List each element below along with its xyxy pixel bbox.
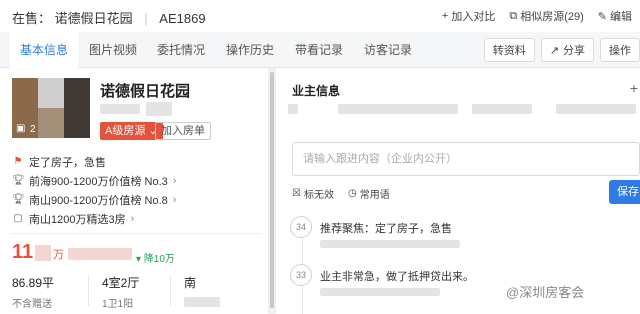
price-value: 11 [12,241,34,263]
tab-viewings[interactable]: 带看记录 [286,32,352,68]
arrow-down-icon: ▾ [136,254,142,265]
add-compare-button[interactable]: + 加入对比 [442,8,495,24]
toolbar: 转资料 ↗ 分享 操作 [483,38,640,62]
owner-section-title: 业主信息 [292,84,341,98]
add-owner-icon[interactable]: + [630,80,638,96]
masked-info [68,248,132,260]
estate-name: 诺德假日花园 [54,11,133,26]
photo-count: 2 [30,124,36,135]
chevron-right-icon: › [172,193,177,206]
plus-icon: + [441,10,449,22]
page-title: 在售： 诺德假日花园 | AE1869 [12,8,206,27]
edit-button[interactable]: ✎ 编辑 [598,8,632,24]
flame-icon: ⚑ [13,156,23,167]
hot-tag: ⚑ 定了房子，急售 [12,152,176,171]
level-dropdown[interactable]: A级房源 ⌄ [100,122,163,140]
masked-info [288,104,298,114]
hot-tag-text: 定了房子，急售 [29,156,106,169]
stat-label: 1卫1阳 [102,299,134,310]
image-icon: ▣ [16,123,26,134]
trophy-icon: 🏆︎ [12,194,25,205]
layout-stat: 4室2厅 1卫1阳 [102,274,139,310]
divider [12,233,260,234]
similar-icon: ⧉ [509,9,518,22]
masked-info [472,104,532,114]
title-bar: 在售： 诺德假日花园 | AE1869 + 加入对比 ⧉ 相似房源(29) ✎ … [0,0,640,32]
stat-value: 4室2厅 [102,276,140,290]
header-actions: + 加入对比 ⧉ 相似房源(29) ✎ 编辑 [442,8,632,24]
divider [170,276,171,306]
owner-panel: 业主信息 + 请输入跟进内容（企业内公开） ☒ 标无效 ◷ 常用语 保存 34 … [276,68,640,314]
rank-item[interactable]: 🏆︎ 前海900-1200万价值榜 No.3 › [12,171,176,190]
rank-item[interactable]: ▢ 南山1200万精选3房 › [12,209,176,228]
trophy-icon: 🏆︎ [12,175,25,186]
transfer-label: 转资料 [492,45,526,57]
join-list-button[interactable]: 加入房单 [155,122,211,140]
tab-visitors[interactable]: 访客记录 [354,32,422,68]
note-text: 业主非常急，做了抵押贷出来。 [320,271,474,283]
tab-basic-info[interactable]: 基本信息 [10,32,78,68]
follow-up-input[interactable]: 请输入跟进内容（企业内公开） [292,142,640,176]
area-stat: 86.89平 不含赠送 [12,274,54,310]
status-label: 在售： [12,11,52,26]
house-summary-panel: ▣ 2 诺德假日花园 A级房源 ⌄ 加入房单 ⚑ 定了房子，急售 🏆︎ 前海90… [0,68,268,314]
divider [88,276,89,306]
add-compare-label: 加入对比 [451,11,496,23]
chevron-right-icon: › [130,212,135,225]
common-phrases-label: 常用语 [359,190,390,201]
chevron-right-icon: › [172,174,177,187]
price: 11 万 [12,241,64,264]
share-label: 分享 [563,45,585,57]
share-icon: ↗ [549,44,559,57]
price-unit: 万 [53,249,65,261]
stat-label: 不含赠送 [12,299,52,310]
house-photo[interactable]: ▣ 2 [12,78,90,138]
masked-info [320,240,460,248]
scrollbar[interactable] [270,72,274,308]
rank-list: ⚑ 定了房子，急售 🏆︎ 前海900-1200万价值榜 No.3 › 🏆︎ 南山… [12,152,176,228]
note-index: 34 [290,216,312,238]
orientation-stat: 南 [184,274,220,307]
common-phrases-button[interactable]: ◷ 常用语 [348,186,390,201]
share-button[interactable]: ↗ 分享 [540,38,594,62]
rank-item[interactable]: 🏆︎ 南山900-1200万价值榜 No.8 › [12,190,176,209]
tab-history[interactable]: 操作历史 [216,32,284,68]
level-label: A级房源 [105,125,146,137]
house-code: AE1869 [159,11,206,26]
masked-info [184,297,220,307]
stat-value: 86.89平 [12,276,55,290]
rank-text: 前海900-1200万价值榜 No.3 [29,175,168,188]
masked-info [146,102,172,116]
save-button[interactable]: 保存 [609,180,640,204]
price-drop-badge: ▾ 降10万 [136,250,175,265]
stat-value: 南 [184,276,197,290]
house-title: 诺德假日花园 [100,83,191,100]
masked-info [100,104,140,114]
edit-icon: ✎ [597,10,607,23]
watermark: @深圳房客会 [506,285,585,300]
title-divider: | [144,11,148,26]
similar-houses-label: 相似房源(29) [520,11,584,23]
rank-text: 南山1200万精选3房 [29,213,126,226]
tab-photos-videos[interactable]: 图片视频 [80,32,146,68]
more-actions-label: 操作 [609,45,631,57]
rank-text: 南山900-1200万价值榜 No.8 [29,194,168,207]
edit-label: 编辑 [610,11,632,23]
mark-invalid-button[interactable]: ☒ 标无效 [292,186,334,201]
note-index: 33 [290,264,312,286]
note-text: 推荐聚焦：定了房子，急售 [320,223,452,235]
masked-info [338,104,458,114]
masked-info [320,288,440,296]
mark-invalid-label: 标无效 [303,190,334,201]
clock-icon: ◷ [348,188,357,199]
similar-houses-button[interactable]: ⧉ 相似房源(29) [509,8,583,24]
price-drop-text: 降10万 [143,254,175,265]
masked-info [556,104,636,114]
bookmark-icon: ▢ [13,213,23,224]
close-box-icon: ☒ [292,188,301,199]
transfer-button[interactable]: 转资料 [483,38,535,62]
tab-commission[interactable]: 委托情况 [148,32,214,68]
more-actions-button[interactable]: 操作 [600,38,640,62]
